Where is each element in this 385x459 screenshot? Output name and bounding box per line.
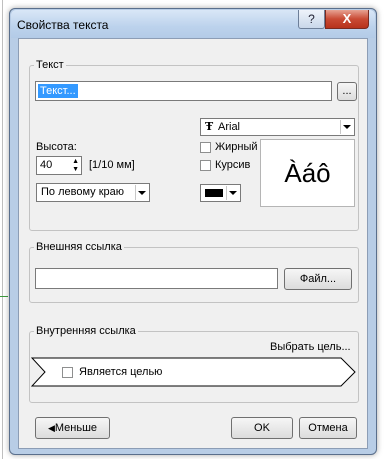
chevron-down-icon <box>135 185 148 200</box>
dialog-body: Текст Текст... ... Ŧ Arial Высота: 40 ▲ … <box>18 38 368 449</box>
chevron-down-icon <box>226 186 239 200</box>
dialog-window: Свойства текста ? X Текст Текст... ... Ŧ… <box>9 8 377 455</box>
dialog-title: Свойства текста <box>17 18 109 32</box>
background-guide <box>0 296 8 297</box>
height-spinner[interactable]: 40 ▲ ▼ <box>36 156 82 175</box>
color-select[interactable] <box>200 184 241 202</box>
less-button[interactable]: ◀Меньше <box>35 417 110 439</box>
font-preview-text: Àáô <box>284 157 331 188</box>
color-swatch <box>205 189 223 197</box>
background-line <box>2 0 3 459</box>
text-input-value: Текст... <box>38 84 78 98</box>
text-browse-button[interactable]: ... <box>337 82 357 101</box>
align-value: По левому краю <box>41 186 124 198</box>
spin-up-icon[interactable]: ▲ <box>72 158 79 165</box>
align-select[interactable]: По левому краю <box>36 183 150 202</box>
text-group-label: Текст <box>34 59 66 71</box>
font-preview: Àáô <box>260 139 355 207</box>
height-value: 40 <box>40 159 53 171</box>
select-target-link[interactable]: Выбрать цель... <box>270 341 351 353</box>
arrow-left-icon: ◀ <box>47 423 55 433</box>
ok-button[interactable]: OK <box>231 417 293 439</box>
font-select[interactable]: Ŧ Arial <box>200 118 355 136</box>
height-unit: [1/10 мм] <box>89 159 135 171</box>
height-label: Высота: <box>36 141 77 153</box>
truetype-icon: Ŧ <box>205 120 214 133</box>
less-button-label: Меньше <box>54 422 98 434</box>
external-link-input[interactable] <box>35 268 278 289</box>
bold-checkbox[interactable] <box>200 142 211 153</box>
spin-down-icon[interactable]: ▼ <box>72 166 79 173</box>
external-link-label: Внешняя ссылка <box>34 241 124 253</box>
italic-checkbox[interactable] <box>200 160 211 171</box>
cancel-button[interactable]: Отмена <box>299 417 357 439</box>
file-button[interactable]: Файл... <box>284 268 352 290</box>
is-target-label: Является целью <box>79 366 163 378</box>
italic-label: Курсив <box>215 159 251 171</box>
is-target-checkbox[interactable] <box>62 367 73 378</box>
font-name: Arial <box>218 121 241 133</box>
text-input[interactable]: Текст... <box>35 81 332 101</box>
close-button[interactable]: X <box>325 10 369 29</box>
help-button[interactable]: ? <box>298 10 325 29</box>
bold-label: Жирный <box>215 141 258 153</box>
internal-link-label: Внутренняя ссылка <box>34 325 138 337</box>
chevron-down-icon <box>340 120 353 134</box>
